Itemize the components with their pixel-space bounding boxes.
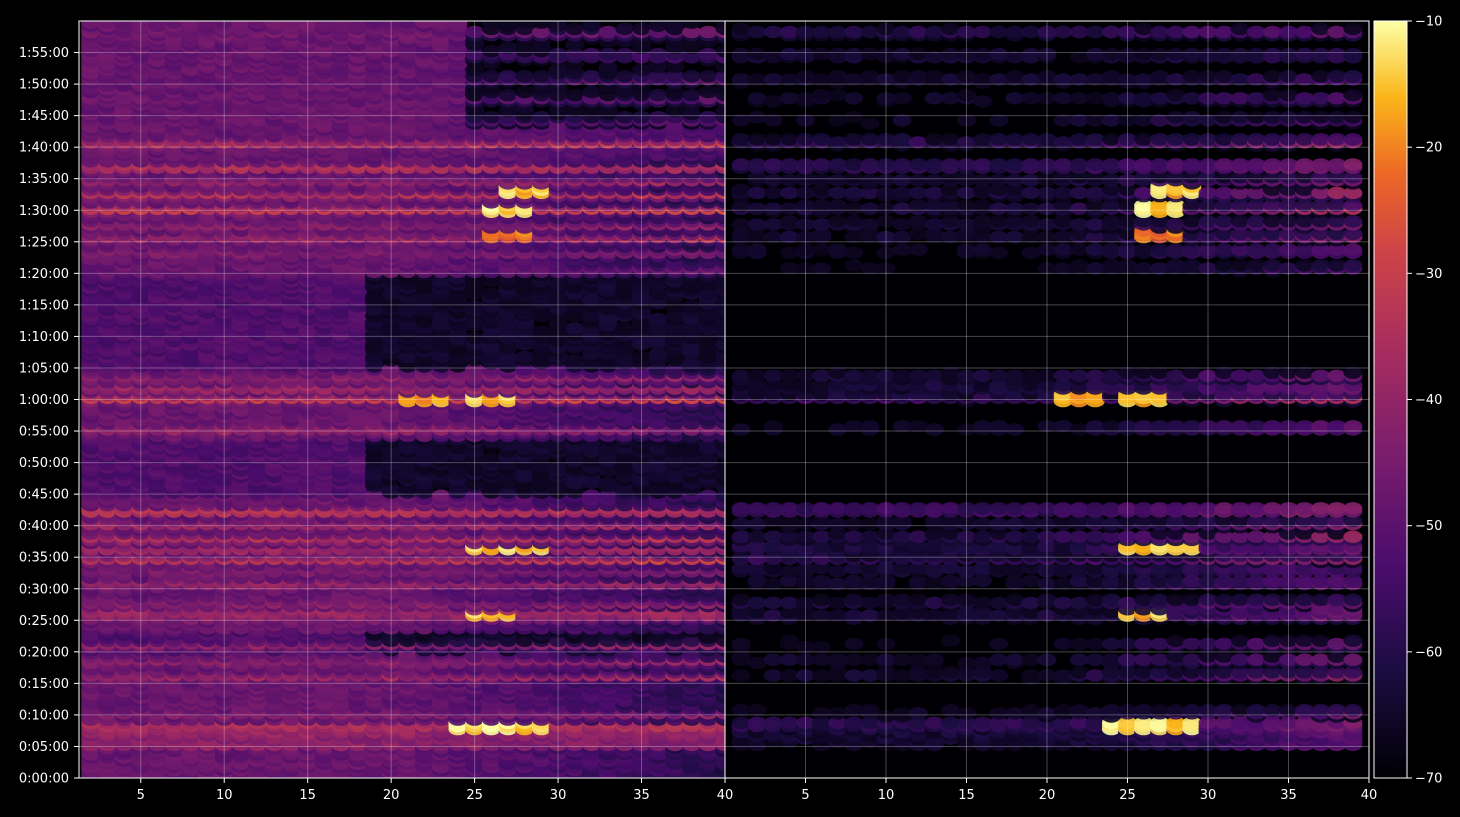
heatmap-cell [114,21,134,29]
spectrogram-chart: 0:00:000:05:000:10:000:15:000:20:000:25:… [19,15,1443,804]
heatmap-cell [365,21,384,29]
heatmap-cell [348,21,368,29]
heatmap-cell [281,21,301,29]
heatmap-cell [231,21,251,29]
heatmap-cell [97,21,117,29]
heatmap-cell [331,21,351,29]
heatmap-cell [264,21,284,29]
heatmap-cell [415,21,434,29]
heatmap-cell [314,21,334,29]
heatmap-cell [81,21,101,29]
heatmap-cell [198,21,217,29]
heatmap-cell [248,21,268,29]
heatmap-cell [398,21,418,29]
heatmap-cell [148,21,167,29]
heatmap-cell [181,21,201,29]
heatmap-cell [164,21,184,29]
